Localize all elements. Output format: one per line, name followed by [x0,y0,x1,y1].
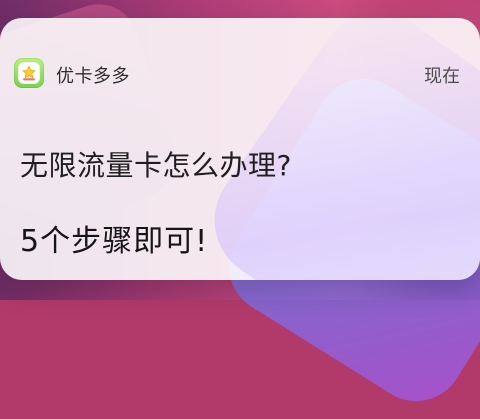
app-logo-glyph [22,65,36,81]
notification-card[interactable]: 优卡多多 现在 无限流量卡怎么办理? 5个步骤即可! [0,18,480,280]
notification-message: 5个步骤即可! [20,224,209,259]
notification-header: 优卡多多 现在 [0,18,480,96]
app-logo-mark [18,62,40,84]
notification-time: 现在 [424,66,460,87]
app-logo-icon [14,58,44,88]
app-name: 优卡多多 [56,66,130,87]
notification-title: 无限流量卡怎么办理? [20,149,292,182]
